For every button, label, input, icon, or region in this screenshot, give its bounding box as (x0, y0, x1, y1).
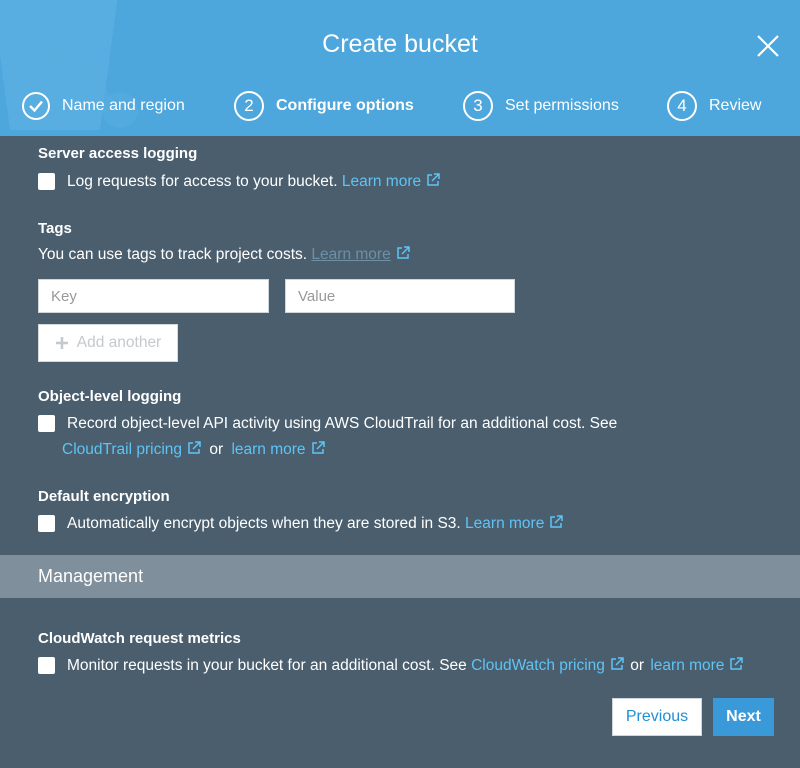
learn-more-link[interactable]: Learn more (465, 515, 564, 532)
step-label: Set permissions (505, 97, 619, 114)
wizard-steps: Name and region 2 Configure options 3 Se… (0, 88, 800, 124)
step-number: 2 (234, 91, 264, 121)
learn-more-link[interactable]: Learn more (342, 173, 440, 190)
tags-description: You can use tags to track project costs. (38, 246, 308, 263)
checkbox-label: Automatically encrypt objects when they … (67, 515, 461, 532)
connector-text: or (209, 441, 224, 458)
previous-button[interactable]: Previous (612, 698, 702, 736)
step-review[interactable]: 4 Review (667, 88, 761, 124)
dialog-header: Create bucket Name and region 2 Configur… (0, 0, 800, 136)
add-another-label: Add another (76, 334, 162, 351)
link-text: CloudTrail pricing (62, 441, 183, 458)
step-number: 4 (667, 91, 697, 121)
checkbox-label: Log requests for access to your bucket. (67, 173, 338, 190)
section-title-tags: Tags (38, 220, 72, 237)
cloudwatch-pricing-link[interactable]: CloudWatch pricing (471, 657, 624, 674)
step-name-and-region[interactable]: Name and region (22, 88, 185, 124)
object-level-logging-links: CloudTrail pricing or learn more (62, 441, 325, 459)
checkbox-label: Record object-level API activity using A… (67, 415, 618, 432)
next-button[interactable]: Next (713, 698, 774, 736)
external-link-icon (611, 657, 624, 670)
step-configure-options[interactable]: 2 Configure options (234, 88, 414, 124)
learn-more-link[interactable]: Learn more (311, 246, 390, 263)
external-link-icon (311, 441, 325, 454)
object-level-logging-checkbox[interactable] (38, 415, 55, 433)
section-title-default-encryption: Default encryption (38, 488, 170, 505)
default-encryption-checkbox[interactable] (38, 515, 55, 533)
step-label: Review (709, 97, 762, 114)
external-link-icon (188, 441, 201, 454)
tag-key-input[interactable] (38, 279, 269, 313)
external-link-icon (427, 173, 440, 186)
link-text: CloudWatch pricing (471, 657, 605, 674)
external-link-icon (550, 515, 564, 528)
learn-more-link[interactable]: learn more (650, 657, 744, 674)
dialog-title: Create bucket (322, 30, 478, 58)
external-link-icon (730, 657, 744, 670)
add-another-button[interactable]: Add another (38, 324, 178, 362)
tag-value-input[interactable] (285, 279, 515, 313)
management-title: Management (38, 566, 144, 586)
close-button[interactable] (752, 30, 784, 62)
plus-icon (55, 337, 68, 349)
tags-description-row: You can use tags to track project costs.… (38, 246, 410, 264)
section-title-server-access-logging: Server access logging (38, 145, 198, 162)
check-icon (29, 100, 43, 113)
checkbox-label: Monitor requests in your bucket for an a… (67, 657, 467, 674)
server-access-logging-checkbox[interactable] (38, 173, 55, 191)
step-label: Name and region (62, 97, 185, 114)
cloudwatch-checkbox[interactable] (38, 657, 55, 675)
object-level-logging-row: Record object-level API activity using A… (38, 415, 617, 433)
section-title-object-level-logging: Object-level logging (38, 388, 182, 405)
default-encryption-row: Automatically encrypt objects when they … (38, 515, 564, 533)
step-label: Configure options (276, 97, 414, 114)
link-text: learn more (650, 657, 725, 674)
external-link-icon (396, 246, 410, 259)
link-text: Learn more (465, 515, 545, 532)
dialog-content[interactable]: Server access logging Log requests for a… (0, 136, 800, 676)
link-text: learn more (231, 441, 306, 458)
server-access-logging-row: Log requests for access to your bucket. … (38, 173, 440, 191)
step-number: 3 (463, 91, 493, 121)
connector-text: or (630, 657, 645, 674)
cloudtrail-pricing-link[interactable]: CloudTrail pricing (62, 441, 201, 458)
learn-more-link[interactable]: learn more (231, 441, 325, 458)
link-text: Learn more (311, 246, 391, 263)
step-complete-circle (22, 92, 50, 120)
section-title-cloudwatch: CloudWatch request metrics (38, 630, 241, 647)
link-text: Learn more (341, 173, 422, 190)
close-icon (757, 35, 779, 57)
cloudwatch-row: Monitor requests in your bucket for an a… (38, 657, 744, 675)
step-set-permissions[interactable]: 3 Set permissions (463, 88, 619, 124)
management-section-header: Management (0, 555, 800, 598)
